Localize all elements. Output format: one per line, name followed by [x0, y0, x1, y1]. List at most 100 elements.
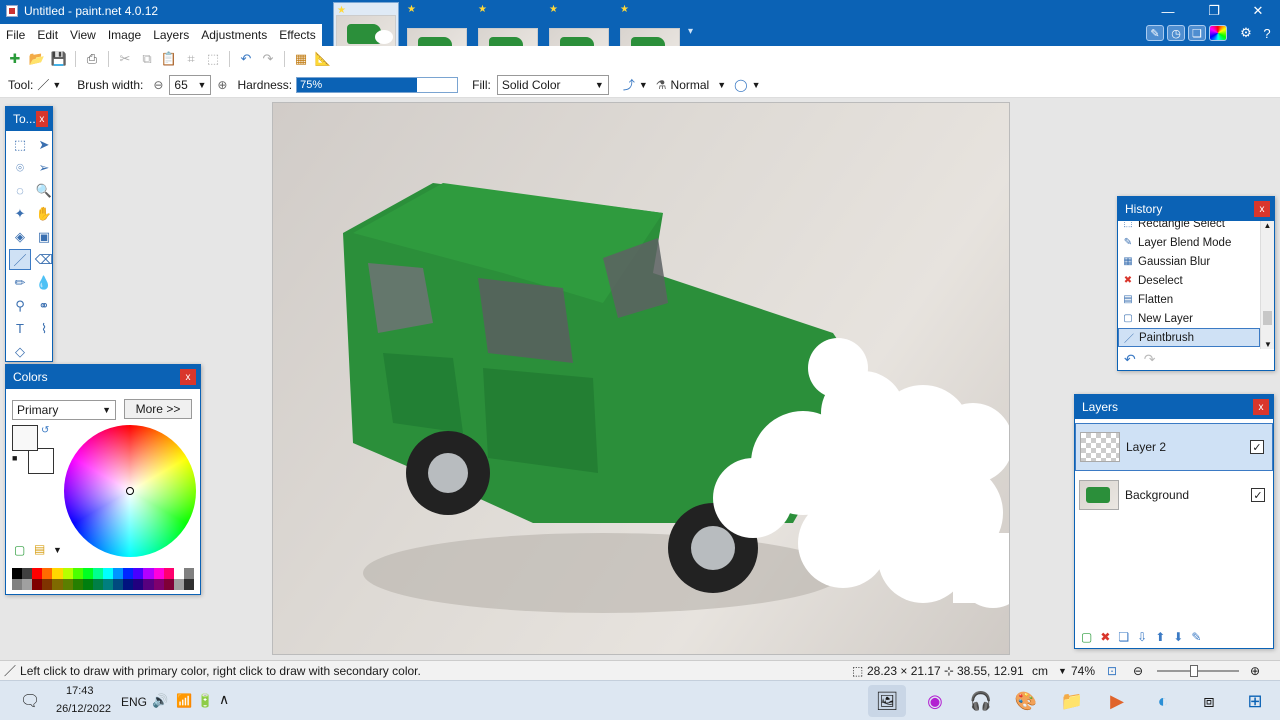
paint-taskbar-icon[interactable]: 🎨	[1007, 685, 1045, 717]
palette-swatch[interactable]	[183, 568, 194, 579]
redo-icon[interactable]: ↷	[259, 50, 277, 68]
history-item[interactable]: ✖ Deselect	[1118, 271, 1260, 290]
close-icon[interactable]: x	[1253, 399, 1269, 415]
lasso-select-icon[interactable]: ⌾	[9, 157, 31, 178]
history-item[interactable]: ✎ Layer Blend Mode	[1118, 233, 1260, 252]
clone-stamp-icon[interactable]: ⚲	[9, 295, 31, 316]
primary-color-swatch[interactable]	[12, 425, 38, 451]
palette-swatch[interactable]	[133, 579, 144, 590]
line-curve-icon[interactable]: ⌇	[33, 318, 55, 339]
cut-icon[interactable]: ✂	[116, 50, 134, 68]
print-icon[interactable]: ⎙	[83, 50, 101, 68]
scroll-down-icon[interactable]: ▼	[1261, 340, 1274, 349]
palette-swatch[interactable]	[102, 579, 114, 590]
gradient-icon[interactable]: ▣	[33, 226, 55, 247]
hardness-slider[interactable]: 75%	[296, 76, 459, 93]
start-button-icon[interactable]: ⊞	[1236, 685, 1274, 717]
palette-swatch[interactable]	[173, 568, 184, 579]
palette-swatch[interactable]	[32, 579, 43, 590]
notifications-icon[interactable]: 🗨	[20, 691, 40, 711]
selection-mode-dropdown-icon[interactable]: ▼	[752, 80, 761, 90]
paintbrush-icon[interactable]: ／	[9, 249, 31, 270]
history-item[interactable]: ▢ New Layer	[1118, 309, 1260, 328]
secondary-color-swatch[interactable]	[28, 448, 54, 474]
close-icon[interactable]: x	[35, 111, 48, 127]
palette-swatch[interactable]	[102, 568, 114, 579]
duplicate-layer-icon[interactable]: ❏	[1118, 630, 1129, 644]
palette-swatch[interactable]	[32, 568, 43, 579]
move-selected-icon[interactable]: ➤	[33, 134, 55, 155]
file-explorer-taskbar-icon[interactable]: 📁	[1053, 685, 1091, 717]
blend-mode-value[interactable]: Normal	[671, 78, 710, 92]
colors-window-icon[interactable]	[1209, 25, 1227, 41]
palette-swatch[interactable]	[82, 579, 93, 590]
palette-swatch[interactable]	[123, 579, 134, 590]
thumbnail-menu-icon[interactable]: ▾	[688, 26, 693, 37]
palette-options-icon[interactable]: ▤	[34, 542, 45, 556]
move-layer-up-icon[interactable]: ⬆	[1155, 630, 1165, 644]
eraser-icon[interactable]: ⌫	[33, 249, 55, 270]
zoom-to-window-icon[interactable]: ⊡	[1107, 664, 1117, 678]
palette-swatch[interactable]	[153, 579, 164, 590]
pan-icon[interactable]: ✋	[33, 203, 55, 224]
menu-layers[interactable]: Layers	[147, 28, 195, 42]
deselect-icon[interactable]: ⬚	[204, 50, 222, 68]
palette-swatch[interactable]	[72, 579, 83, 590]
battery-icon[interactable]: 🔋	[197, 693, 213, 709]
palette-swatch[interactable]	[173, 579, 184, 590]
palette-swatch[interactable]	[82, 568, 93, 579]
move-layer-down-icon[interactable]: ⬇	[1173, 630, 1183, 644]
palette-swatch[interactable]	[22, 568, 33, 579]
add-layer-icon[interactable]: ▢	[1081, 630, 1092, 644]
zoom-out-icon[interactable]: ⊖	[1133, 664, 1143, 678]
minimize-button[interactable]: —	[1146, 0, 1190, 22]
recolor-icon[interactable]: ⚭	[33, 295, 55, 316]
new-icon[interactable]: ✚	[6, 50, 24, 68]
volume-icon[interactable]: 🔊	[152, 693, 168, 709]
palette-swatch[interactable]	[92, 579, 103, 590]
tools-panel-header[interactable]: To... x	[6, 107, 52, 131]
layer-properties-icon[interactable]: ✎	[1191, 630, 1201, 644]
pencil-icon[interactable]: ✏	[9, 272, 31, 293]
history-scrollbar[interactable]: ▲ ▼	[1260, 221, 1274, 349]
wifi-icon[interactable]: 📶	[176, 693, 192, 709]
palette-swatch[interactable]	[183, 579, 194, 590]
tools-window-icon[interactable]: ✎	[1146, 25, 1164, 41]
palette-swatch[interactable]	[42, 579, 53, 590]
layers-panel-header[interactable]: Layers x	[1075, 395, 1273, 419]
menu-image[interactable]: Image	[102, 28, 147, 42]
palette-swatch[interactable]	[163, 579, 174, 590]
close-button[interactable]: ✕	[1236, 0, 1280, 22]
menu-file[interactable]: File	[0, 28, 31, 42]
close-icon[interactable]: x	[1254, 201, 1270, 217]
history-panel-header[interactable]: History x	[1118, 197, 1274, 221]
antialiasing-dropdown-icon[interactable]: ▼	[639, 80, 648, 90]
units[interactable]: cm	[1032, 664, 1048, 678]
edge-taskbar-icon[interactable]: ◐	[1144, 685, 1182, 717]
color-wheel[interactable]	[64, 425, 196, 557]
crop-icon[interactable]: ⌗	[182, 50, 200, 68]
grid-icon[interactable]: ▦	[292, 50, 310, 68]
menu-view[interactable]: View	[64, 28, 102, 42]
settings-icon[interactable]: ⚙	[1237, 25, 1255, 41]
save-icon[interactable]: 💾	[50, 50, 68, 68]
ruler-icon[interactable]: 📐	[314, 50, 332, 68]
palette-dropdown-icon[interactable]: ▼	[53, 545, 62, 555]
palette-swatch[interactable]	[52, 579, 63, 590]
blend-dropdown-icon[interactable]: ▼	[717, 80, 726, 90]
shapes-icon[interactable]: ◇	[9, 341, 31, 362]
layer-row[interactable]: Layer 2 ✓	[1075, 423, 1273, 471]
zoom-icon[interactable]: 🔍	[33, 180, 55, 201]
layers-window-icon[interactable]: ❏	[1188, 25, 1206, 41]
palette-swatch[interactable]	[42, 568, 53, 579]
app-taskbar-icon[interactable]: ◉	[916, 685, 954, 717]
audio-app-taskbar-icon[interactable]: 🎧	[962, 685, 1000, 717]
more-button[interactable]: More >>	[124, 399, 192, 419]
palette-swatch[interactable]	[52, 568, 63, 579]
paintbrush-tool-icon[interactable]: ／	[37, 76, 49, 93]
palette-swatch[interactable]	[62, 579, 73, 590]
palette-swatch[interactable]	[143, 568, 154, 579]
media-player-taskbar-icon[interactable]: ▶	[1098, 685, 1136, 717]
brush-width-combo[interactable]: 65 ▼	[169, 74, 212, 95]
move-selection-icon[interactable]: ➢	[33, 157, 55, 178]
